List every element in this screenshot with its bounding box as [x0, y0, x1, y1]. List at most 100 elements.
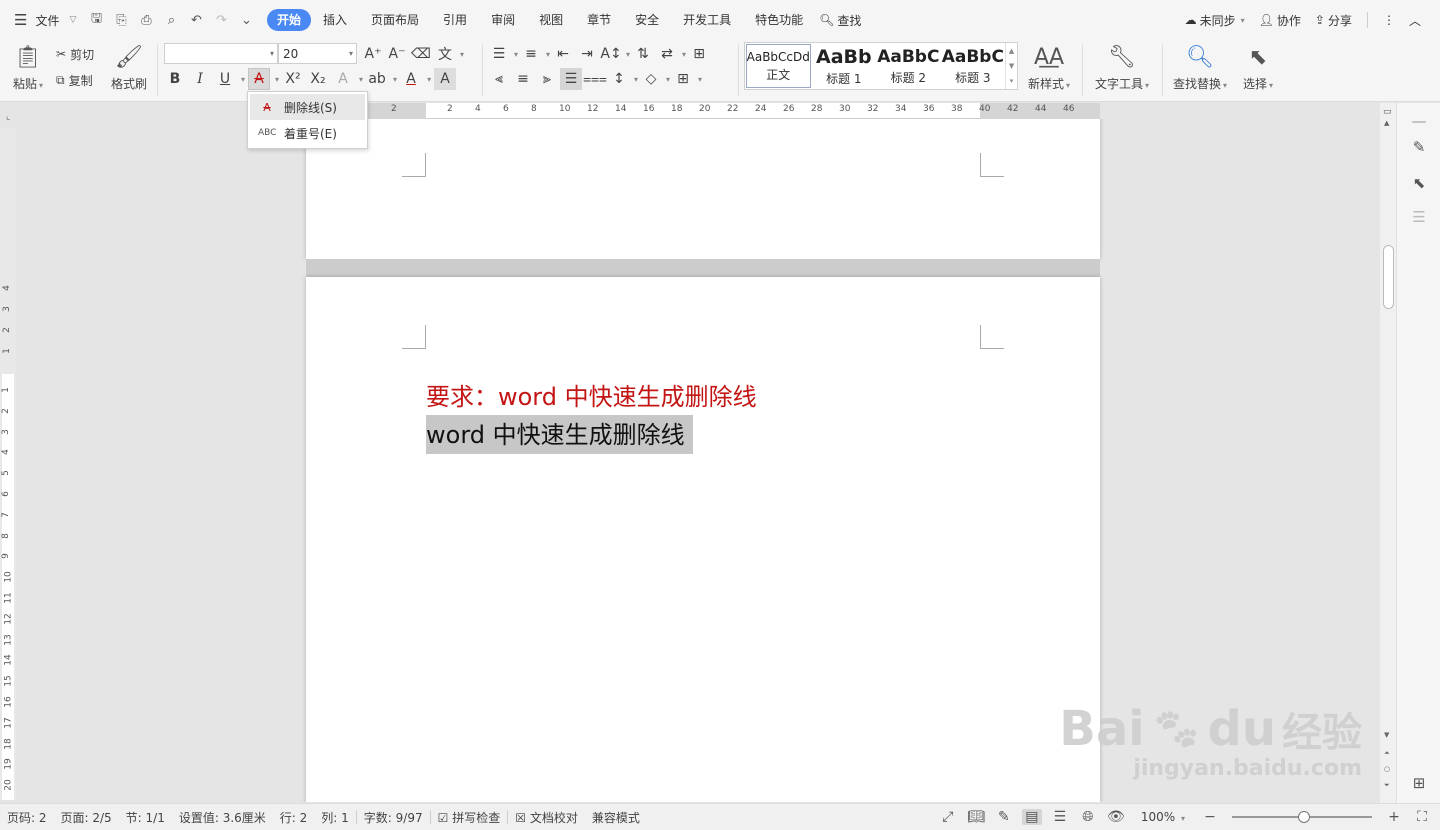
sync-button[interactable]: ☁ 未同步 ▾	[1180, 12, 1250, 29]
shading-icon[interactable]: ◇	[640, 68, 662, 90]
horizontal-ruler[interactable]: 4224681012141618202224262830323436384042…	[306, 103, 1100, 119]
paste-button[interactable]: 📋︎ 粘贴 ▾	[8, 42, 48, 94]
find-tab[interactable]: 🔍︎ 查找	[819, 12, 861, 29]
zoom-slider[interactable]	[1232, 811, 1372, 823]
show-marks-icon[interactable]: ⇄	[656, 43, 678, 65]
highlight-icon[interactable]: ab	[366, 68, 388, 90]
underline-icon[interactable]: U	[214, 68, 236, 90]
customize-toolbar-icon[interactable]: ⌄	[236, 9, 257, 31]
doc-text-requirement[interactable]: 要求：word 中快速生成删除线	[426, 377, 757, 412]
split-view-icon[interactable]: ▭	[1383, 107, 1392, 117]
bold-icon[interactable]: B	[164, 68, 186, 90]
tab-security[interactable]: 安全	[623, 9, 671, 31]
status-page[interactable]: 页码: 2	[0, 809, 54, 826]
next-page-icon[interactable]: ⏷	[1384, 781, 1390, 790]
align-center-icon[interactable]: ≡	[512, 68, 534, 90]
copy-button[interactable]: ⧉ 复制	[56, 70, 93, 90]
style-normal[interactable]: AaBbCcDd 正文	[746, 44, 811, 88]
read-mode-icon[interactable]: 📖︎	[966, 809, 986, 825]
tab-review[interactable]: 审阅	[479, 9, 527, 31]
shrink-font-icon[interactable]: A⁻	[386, 43, 408, 65]
increase-indent-icon[interactable]: ⇥	[576, 43, 598, 65]
write-mode-icon[interactable]: ✎	[994, 809, 1014, 825]
tab-view[interactable]: 视图	[527, 9, 575, 31]
eye-protect-icon[interactable]: 👁︎	[1106, 809, 1126, 825]
cut-button[interactable]: ✂ 剪切	[56, 44, 94, 64]
panel-collapse-icon[interactable]: —	[1409, 111, 1429, 131]
share-button[interactable]: ⇪ 分享	[1310, 12, 1357, 29]
spell-check-button[interactable]: ☑ 拼写检查	[431, 809, 508, 826]
grid-apps-icon[interactable]: ⊞	[1409, 773, 1429, 793]
format-copy-icon[interactable]: ⎘	[111, 9, 132, 31]
phonetic-guide-icon[interactable]: 文	[434, 43, 456, 65]
adjust-icon[interactable]: ☰	[1409, 207, 1429, 227]
status-word-count[interactable]: 字数: 9/97	[357, 809, 430, 826]
zoom-out-icon[interactable]: −	[1200, 809, 1220, 825]
style-heading-1[interactable]: AaBb 标题 1	[812, 43, 877, 89]
file-menu-button[interactable]: ☰ 文件 ▽	[0, 0, 82, 40]
align-right-icon[interactable]: ⫸	[536, 68, 558, 90]
align-left-icon[interactable]: ⫷	[488, 68, 510, 90]
zoom-slider-knob[interactable]	[1298, 811, 1310, 823]
chevron-up-icon[interactable]: ▲	[1384, 119, 1389, 127]
font-name-select[interactable]: ▾	[164, 43, 278, 64]
subscript-icon[interactable]: X₂	[307, 68, 329, 90]
ruler-corner-icon[interactable]: ⌞	[6, 112, 10, 122]
grow-font-icon[interactable]: A⁺	[362, 43, 384, 65]
tab-insert[interactable]: 插入	[311, 9, 359, 31]
bullet-list-icon[interactable]: ☰	[488, 43, 510, 65]
pointer-icon[interactable]: ⬉	[1409, 173, 1429, 193]
text-effect-icon[interactable]: A	[332, 68, 354, 90]
zoom-in-icon[interactable]: +	[1384, 809, 1404, 825]
zoom-level[interactable]: 100% ▾	[1134, 810, 1192, 824]
fullscreen-icon[interactable]: ⤢	[938, 809, 958, 825]
tab-page-layout[interactable]: 页面布局	[359, 9, 431, 31]
style-heading-3[interactable]: AaBbC 标题 3	[941, 43, 1006, 89]
borders-icon[interactable]: ⊞	[672, 68, 694, 90]
superscript-icon[interactable]: X²	[282, 68, 304, 90]
outline-view-icon[interactable]: ☰	[1050, 809, 1070, 825]
text-tools-button[interactable]: 🔧︎ 文字工具 ▾	[1092, 42, 1152, 94]
fit-window-icon[interactable]: ⛶	[1412, 809, 1432, 825]
web-view-icon[interactable]: 🌐︎	[1078, 809, 1098, 825]
tab-references[interactable]: 引用	[431, 9, 479, 31]
select-button[interactable]: ⬉ 选择 ▾	[1238, 42, 1278, 94]
style-heading-2[interactable]: AaBbC 标题 2	[876, 43, 941, 89]
distributed-icon[interactable]: ⩶	[583, 68, 607, 90]
chevron-down-icon[interactable]: ▼	[1009, 62, 1014, 70]
chevron-down-icon[interactable]: ▾	[275, 75, 279, 84]
more-options-icon[interactable]: ⋮	[1378, 13, 1400, 27]
find-replace-button[interactable]: 🔍︎ 查找替换 ▾	[1170, 42, 1230, 94]
tab-home[interactable]: 开始	[267, 9, 312, 31]
new-style-button[interactable]: A͟A 新样式 ▾	[1024, 42, 1074, 94]
scrollbar-thumb[interactable]	[1383, 245, 1394, 309]
strikethrough-icon[interactable]: A	[248, 68, 271, 90]
font-color-icon[interactable]: A	[400, 68, 422, 90]
pen-edit-icon[interactable]: ✎	[1409, 137, 1429, 157]
previous-page-icon[interactable]: ⏶	[1384, 749, 1390, 758]
text-direction-icon[interactable]: A↕	[600, 43, 622, 65]
page-view-icon[interactable]: ▤	[1021, 809, 1042, 825]
save-icon[interactable]: 🖫	[86, 9, 107, 31]
print-icon[interactable]: ⎙	[136, 9, 157, 31]
undo-icon[interactable]: ↶	[186, 9, 207, 31]
print-preview-icon[interactable]: ⌕	[161, 9, 182, 31]
menu-item-emphasis-mark[interactable]: ABC 着重号(E)	[250, 120, 365, 146]
tab-developer[interactable]: 开发工具	[671, 9, 743, 31]
italic-icon[interactable]: I	[189, 68, 211, 90]
chevron-up-icon[interactable]: ▲	[1009, 47, 1014, 55]
expand-icon[interactable]: ▾	[1010, 77, 1014, 85]
table-grid-icon[interactable]: ⊞	[688, 43, 710, 65]
tab-special-features[interactable]: 特色功能	[743, 9, 815, 31]
clear-format-icon[interactable]: ⌫	[410, 43, 432, 65]
doc-text-selected[interactable]: word 中快速生成删除线	[426, 415, 693, 454]
sort-icon[interactable]: ⇅	[632, 43, 654, 65]
chevron-down-icon[interactable]: ▼	[1384, 731, 1389, 739]
browse-object-icon[interactable]: ○	[1384, 765, 1390, 773]
tab-chapter[interactable]: 章节	[575, 9, 623, 31]
decrease-indent-icon[interactable]: ⇤	[552, 43, 574, 65]
collaborate-button[interactable]: 👤︎ 协作	[1254, 12, 1306, 29]
doc-proof-button[interactable]: ☒ 文档校对	[508, 809, 585, 826]
vertical-scrollbar[interactable]: ▭ ▲ ▼ ⏶ ○ ⏷	[1380, 103, 1396, 803]
format-painter-button[interactable]: 🖌︎ 格式刷	[108, 42, 150, 94]
